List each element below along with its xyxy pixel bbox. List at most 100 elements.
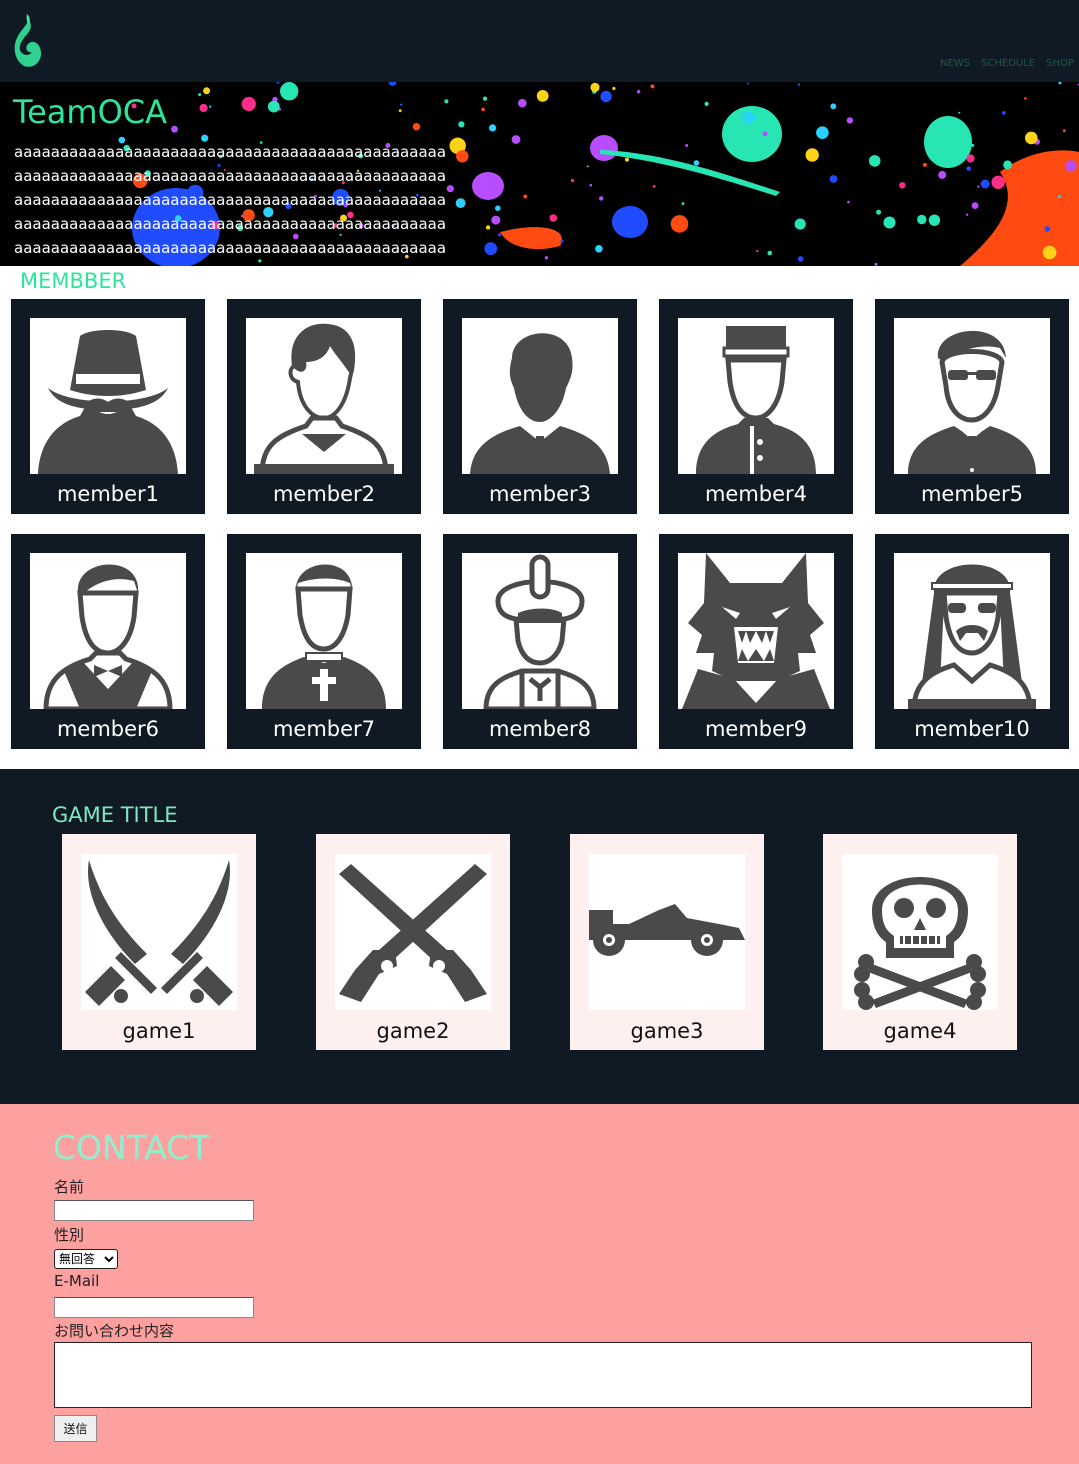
game-image	[81, 854, 237, 1010]
paint-splash-blob	[586, 165, 589, 168]
paint-splash-blob	[500, 227, 562, 250]
paint-splash-blob	[498, 233, 502, 237]
paint-splash-blob	[536, 90, 549, 102]
paint-splash-blob	[958, 111, 961, 114]
flame-logo-icon[interactable]	[10, 12, 44, 68]
paint-splash-blob	[756, 249, 759, 253]
paint-splash-blob	[1065, 160, 1077, 172]
paint-splash-blob	[794, 218, 806, 230]
paint-splash-blob	[742, 111, 755, 124]
student-icon	[696, 326, 816, 474]
member-card[interactable]: member10	[875, 534, 1069, 749]
butler-icon	[43, 564, 173, 709]
hippie-icon	[908, 564, 1036, 709]
paint-splash-blob	[971, 143, 975, 147]
paint-splash-blob	[489, 124, 497, 132]
gender-label: 性別	[54, 1226, 85, 1244]
paint-splash-blob	[400, 103, 403, 106]
paint-splash-blob	[670, 215, 689, 233]
game-image	[842, 854, 998, 1010]
game-card[interactable]: game2	[316, 834, 510, 1050]
paint-splash-blob	[922, 162, 927, 167]
paint-splash-blob	[1058, 82, 1062, 85]
paint-splash-blob	[685, 144, 689, 147]
paint-splash-blob	[883, 216, 896, 229]
paint-splash-blob	[977, 185, 980, 188]
paint-splash-blob	[209, 105, 212, 108]
spy-icon	[38, 330, 178, 474]
paint-splash-blob	[874, 262, 878, 266]
member-card[interactable]: member3	[443, 299, 637, 514]
member-card[interactable]: member7	[227, 534, 421, 749]
paint-splash-blob	[511, 135, 521, 144]
hero-line: aaaaaaaaaaaaaaaaaaaaaaaaaaaaaaaaaaaaaaaa…	[14, 143, 447, 161]
game-card[interactable]: game1	[62, 834, 256, 1050]
hero-line: aaaaaaaaaaaaaaaaaaaaaaaaaaaaaaaaaaaaaaaa…	[14, 191, 447, 209]
nav-link-schedule[interactable]: SCHEDULE	[981, 58, 1035, 69]
paint-splash-blob	[570, 178, 575, 183]
paint-splash-blob	[171, 125, 178, 133]
submit-button[interactable]: 送信	[54, 1415, 97, 1442]
paint-splash-blob	[444, 99, 449, 104]
paint-splash-blob	[241, 96, 256, 112]
paint-splash-blob	[549, 214, 558, 222]
paint-splash-blob	[1025, 131, 1038, 145]
paint-splash-blob	[767, 250, 773, 256]
member-card[interactable]: member4	[659, 299, 853, 514]
paint-splash-blob	[595, 245, 603, 253]
member-card[interactable]: member2	[227, 299, 421, 514]
nav-link-shop[interactable]: SHOP	[1046, 58, 1074, 69]
member-card[interactable]: member9	[659, 534, 853, 749]
crossed-guns-icon	[339, 864, 487, 1002]
paint-splash-blob	[612, 206, 648, 238]
member-portrait	[678, 553, 834, 709]
paint-splash-blob	[805, 148, 819, 162]
paint-splash-blob	[412, 123, 421, 131]
businessman-icon	[470, 333, 610, 474]
member-card[interactable]: member8	[443, 534, 637, 749]
paint-splash-blob	[1057, 195, 1061, 199]
member-card[interactable]: member1	[11, 299, 205, 514]
game-name: game2	[376, 1019, 450, 1043]
game-card[interactable]: game3	[570, 834, 764, 1050]
member-name: member1	[56, 482, 160, 506]
paint-splash-blob	[980, 179, 990, 189]
member-name: member8	[488, 717, 592, 741]
paint-splash-blob	[267, 100, 280, 113]
paint-splash-blob	[495, 205, 501, 211]
paint-splash-blob	[589, 183, 593, 187]
paint-splash-blob	[600, 90, 612, 103]
main-nav: NEWS SCHEDULE SHOP	[940, 58, 1079, 69]
game-name: game1	[122, 1019, 196, 1043]
member-name: member2	[272, 482, 376, 506]
member-name: member9	[704, 717, 808, 741]
paint-splash-blob	[398, 109, 402, 113]
paint-splash-blob	[199, 103, 208, 113]
message-label: お問い合わせ内容	[54, 1322, 175, 1340]
game-card[interactable]: game4	[823, 834, 1017, 1050]
member-card[interactable]: member6	[11, 534, 205, 749]
paint-splash-blob	[747, 82, 750, 85]
name-field[interactable]	[54, 1200, 254, 1221]
member-card[interactable]: member5	[875, 299, 1069, 514]
nav-link-news[interactable]: NEWS	[940, 58, 970, 69]
email-field[interactable]	[54, 1297, 254, 1318]
game-name: game4	[883, 1019, 957, 1043]
paint-splash-blob	[612, 86, 616, 91]
paint-splash-blob	[458, 121, 465, 128]
paint-splash-blob	[971, 202, 979, 209]
paint-splash-blob	[816, 126, 829, 139]
member-portrait	[678, 318, 834, 474]
gender-select[interactable]: 無回答	[54, 1249, 118, 1269]
paint-splash-blob	[960, 150, 1079, 266]
hero-line: aaaaaaaaaaaaaaaaaaaaaaaaaaaaaaaaaaaaaaaa…	[14, 239, 447, 257]
paint-splash-blob	[518, 98, 527, 108]
contact-heading: CONTACT	[53, 1128, 210, 1167]
paint-splash-blob	[523, 194, 528, 199]
werewolf-icon	[682, 553, 830, 709]
paint-splash-blob	[388, 82, 397, 86]
member-portrait	[894, 318, 1050, 474]
message-textarea[interactable]	[54, 1342, 1032, 1408]
turban-man-icon	[483, 554, 597, 709]
paint-splash-blob	[991, 175, 1005, 189]
